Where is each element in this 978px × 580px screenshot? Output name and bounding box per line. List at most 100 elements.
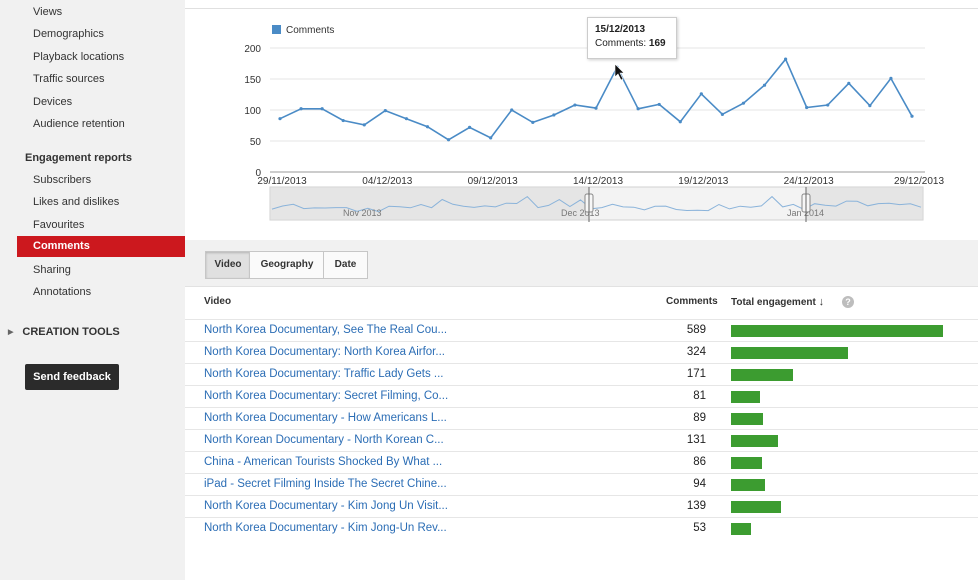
tab-geography[interactable]: Geography — [249, 251, 325, 279]
engagement-bar — [731, 523, 751, 535]
column-header-total-engagement[interactable]: Total engagement ↓ — [731, 296, 824, 308]
sidebar-item-sharing[interactable]: Sharing — [33, 264, 71, 276]
comments-count: 89 — [693, 412, 706, 424]
x-tick-label: 09/12/2013 — [468, 176, 518, 187]
sidebar-item-subscribers[interactable]: Subscribers — [33, 174, 91, 186]
send-feedback-button[interactable]: Send feedback — [25, 364, 119, 390]
total-engagement-label: Total engagement — [731, 297, 816, 308]
engagement-bar — [731, 457, 762, 469]
y-tick-label: 50 — [250, 137, 262, 148]
tooltip-value-label: Comments: — [595, 38, 647, 49]
sidebar-item-playback-locations[interactable]: Playback locations — [33, 51, 124, 63]
tab-date[interactable]: Date — [323, 251, 368, 279]
tooltip-date: 15/12/2013 — [595, 24, 646, 35]
sidebar-item-traffic-sources[interactable]: Traffic sources — [33, 73, 105, 85]
y-tick-label: 100 — [244, 106, 261, 117]
data-point[interactable] — [552, 113, 556, 117]
video-title-link[interactable]: North Korea Documentary - Kim Jong Un Vi… — [204, 500, 448, 512]
data-point[interactable] — [805, 105, 809, 110]
creation-tools-label: CREATION TOOLS — [22, 326, 120, 338]
data-point[interactable] — [510, 108, 514, 112]
navigator-mask-left — [270, 187, 589, 220]
row-divider — [185, 451, 978, 452]
creation-tools-section[interactable]: ▶ CREATION TOOLS — [8, 326, 120, 338]
comments-count: 94 — [693, 478, 706, 490]
video-title-link[interactable]: North Korea Documentary: Secret Filming,… — [204, 390, 448, 402]
engagement-bar — [731, 347, 848, 359]
sidebar-item-comments[interactable]: Comments — [17, 236, 185, 257]
data-point[interactable] — [299, 107, 303, 111]
row-divider — [185, 517, 978, 518]
data-point[interactable] — [826, 103, 830, 107]
data-point[interactable] — [910, 114, 914, 118]
comments-count: 171 — [686, 368, 706, 380]
sidebar-item-audience-retention[interactable]: Audience retention — [33, 118, 125, 130]
comments-count: 139 — [686, 500, 706, 512]
data-point[interactable] — [341, 118, 345, 123]
column-header-video[interactable]: Video — [204, 296, 231, 307]
comments-count: 324 — [686, 346, 706, 358]
data-point[interactable] — [446, 138, 451, 142]
data-point[interactable] — [489, 136, 493, 140]
comments-count: 589 — [686, 324, 706, 336]
row-divider — [185, 363, 978, 364]
video-title-link[interactable]: North Korea Documentary: North Korea Air… — [204, 346, 445, 358]
expand-triangle-icon: ▶ — [8, 329, 14, 336]
video-title-link[interactable]: iPad - Secret Filming Inside The Secret … — [204, 478, 447, 490]
sidebar-item-annotations[interactable]: Annotations — [33, 286, 91, 298]
data-point[interactable] — [741, 101, 746, 105]
data-point[interactable] — [594, 106, 598, 110]
data-point[interactable] — [784, 57, 788, 61]
data-point[interactable] — [889, 76, 893, 80]
comments-count: 53 — [693, 522, 706, 534]
comments-count: 81 — [693, 390, 706, 402]
tooltip-value: Comments: 169 — [595, 38, 666, 49]
x-tick-label: 29/12/2013 — [894, 176, 944, 187]
row-divider — [185, 385, 978, 386]
data-point[interactable] — [636, 107, 640, 111]
data-point[interactable] — [278, 117, 282, 121]
data-point[interactable] — [657, 102, 661, 107]
data-point[interactable] — [404, 117, 408, 121]
row-divider — [185, 407, 978, 408]
y-tick-label: 150 — [244, 75, 261, 86]
column-header-comments[interactable]: Comments — [666, 296, 718, 307]
data-point[interactable] — [425, 125, 430, 129]
sidebar-item-demographics[interactable]: Demographics — [33, 28, 104, 40]
tooltip-value-number: 169 — [648, 38, 666, 49]
x-tick-label: 04/12/2013 — [362, 176, 412, 187]
data-point[interactable] — [699, 92, 703, 96]
video-title-link[interactable]: North Korean Documentary - North Korean … — [204, 434, 444, 446]
comments-series-line — [279, 57, 913, 141]
data-point[interactable] — [720, 112, 725, 116]
engagement-bar — [731, 391, 760, 403]
data-point[interactable] — [531, 120, 535, 124]
data-point[interactable] — [362, 123, 366, 127]
data-point[interactable] — [320, 107, 324, 111]
sidebar-item-views[interactable]: Views — [33, 6, 62, 18]
comments-chart: Comments 050100150200 29/11/2013 04/12/20… — [244, 25, 944, 222]
video-title-link[interactable]: North Korea Documentary: Traffic Lady Ge… — [204, 368, 443, 380]
sidebar-item-devices[interactable]: Devices — [33, 96, 72, 108]
tab-video[interactable]: Video — [205, 251, 251, 279]
data-point[interactable] — [868, 104, 872, 108]
engagement-bar — [731, 501, 781, 513]
data-point[interactable] — [678, 120, 682, 124]
legend-swatch — [272, 25, 281, 34]
row-divider — [185, 495, 978, 496]
data-point[interactable] — [573, 103, 577, 107]
help-icon[interactable]: ? — [842, 296, 854, 308]
video-title-link[interactable]: China - American Tourists Shocked By Wha… — [204, 456, 442, 468]
video-title-link[interactable]: North Korea Documentary - Kim Jong-Un Re… — [204, 522, 447, 534]
data-point[interactable] — [762, 83, 767, 87]
comments-count: 131 — [686, 434, 706, 446]
engagement-bar — [731, 413, 763, 425]
video-title-link[interactable]: North Korea Documentary - How Americans … — [204, 412, 447, 424]
sidebar-item-favourites[interactable]: Favourites — [33, 219, 84, 231]
data-point[interactable] — [383, 109, 387, 113]
sort-down-arrow-icon: ↓ — [818, 296, 825, 308]
video-title-link[interactable]: North Korea Documentary, See The Real Co… — [204, 324, 447, 336]
sidebar-item-likes-dislikes[interactable]: Likes and dislikes — [33, 196, 119, 208]
data-point[interactable] — [468, 125, 472, 129]
data-point[interactable] — [847, 81, 851, 85]
